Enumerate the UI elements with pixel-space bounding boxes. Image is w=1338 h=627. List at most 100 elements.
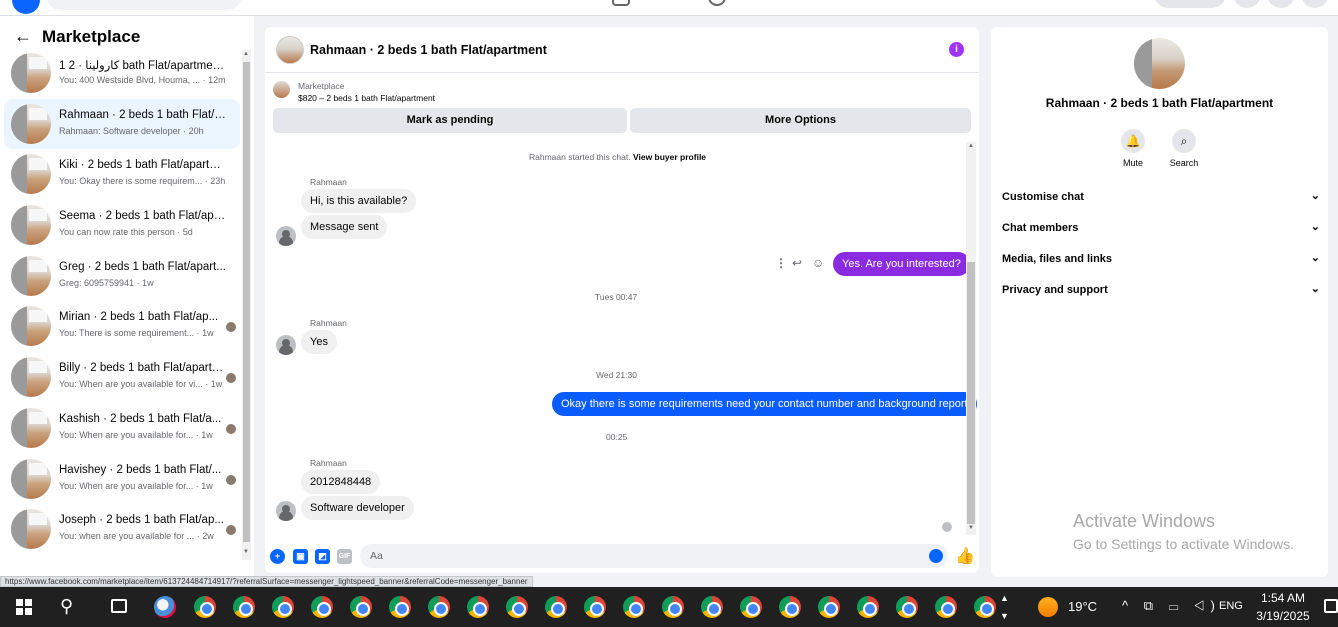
chrome-app-icon[interactable] xyxy=(428,596,450,618)
messenger-icon[interactable] xyxy=(1267,0,1295,8)
message-bubble-incoming[interactable]: 2012848448 xyxy=(301,470,381,494)
plus-icon[interactable]: + xyxy=(270,549,285,564)
notification-icon[interactable] xyxy=(1324,599,1338,613)
sender-avatar[interactable] xyxy=(276,501,296,521)
facebook-search-input[interactable] xyxy=(46,0,242,10)
message-input[interactable]: Aa xyxy=(360,544,948,568)
sender-avatar[interactable] xyxy=(276,335,296,355)
chrome-app-icon[interactable] xyxy=(194,596,216,618)
clock-date[interactable]: 3/19/2025 xyxy=(1251,609,1315,623)
scroll-down-arrow-icon[interactable]: ▼ xyxy=(968,525,974,531)
chrome-app-icon[interactable] xyxy=(467,596,489,618)
taskbar-scroll-arrows-icon[interactable]: ▲ ▼ xyxy=(1000,589,1009,625)
chrome-app-icon[interactable] xyxy=(350,596,372,618)
chrome-app-icon[interactable] xyxy=(701,596,723,618)
section-media-files-links[interactable]: Media, files and links ⌄ xyxy=(1002,252,1320,265)
mute-label[interactable]: Mute xyxy=(1108,158,1158,168)
chat-scrollbar[interactable]: ▲ ▼ xyxy=(966,142,976,535)
facebook-logo-icon[interactable] xyxy=(12,0,40,14)
chrome-app-icon[interactable] xyxy=(740,596,762,618)
conversation-thumbnail xyxy=(11,306,51,347)
conversation-item[interactable]: Havishey · 2 beds 1 bath Flat/... You: Wh… xyxy=(4,454,240,505)
read-receipt-avatar xyxy=(942,522,952,532)
system-tray-icons[interactable]: ^ ⧉ ▭ ◁) xyxy=(1122,598,1221,614)
chrome-app-icon[interactable] xyxy=(662,596,684,618)
reply-icon[interactable]: ↩ xyxy=(792,256,802,270)
conversation-item[interactable]: Joseph · 2 beds 1 bath Flat/ap... You: wh… xyxy=(4,504,240,555)
scroll-up-arrow-icon[interactable]: ▲ xyxy=(968,143,974,149)
chrome-app-icon[interactable] xyxy=(935,596,957,618)
search-icon[interactable]: ⌕ xyxy=(1172,129,1196,153)
arrow-left-icon[interactable]: ← xyxy=(14,26,32,47)
find-friends-button[interactable] xyxy=(1154,0,1226,8)
chat-title[interactable]: Rahmaan · 2 beds 1 bath Flat/apartment xyxy=(310,43,547,57)
react-emoji-icon[interactable]: ☺ xyxy=(812,256,824,270)
gif-icon[interactable]: GIF xyxy=(337,549,352,564)
menu-grid-icon[interactable] xyxy=(1233,0,1261,8)
message-bubble-outgoing[interactable]: Yes. Are you interested? xyxy=(833,252,970,276)
info-icon[interactable]: i xyxy=(949,42,964,57)
emoji-icon[interactable] xyxy=(929,549,943,563)
chrome-app-icon[interactable] xyxy=(506,596,528,618)
chrome-app-icon[interactable] xyxy=(233,596,255,618)
message-input-placeholder: Aa xyxy=(370,550,383,562)
conversation-item[interactable]: Rahmaan · 2 beds 1 bath Flat/ap... Rahmaa… xyxy=(4,98,240,150)
sidebar-scrollbar[interactable]: ▲ ▼ xyxy=(242,50,251,560)
message-bubble-incoming[interactable]: Yes xyxy=(301,330,337,354)
section-customise-chat[interactable]: Customise chat ⌄ xyxy=(1002,190,1320,203)
chrome-app-icon[interactable] xyxy=(974,596,996,618)
conversation-item[interactable]: Kiki · 2 beds 1 bath Flat/apartm... You: … xyxy=(4,149,240,200)
mark-as-pending-button[interactable]: Mark as pending xyxy=(273,108,627,133)
windows-start-icon[interactable] xyxy=(16,599,32,615)
clock-time[interactable]: 1:54 AM xyxy=(1255,591,1311,605)
paint-app-icon[interactable] xyxy=(154,596,176,618)
weather-icon[interactable] xyxy=(1038,597,1058,617)
chrome-app-icon[interactable] xyxy=(311,596,333,618)
message-bubble-outgoing[interactable]: Okay there is some requirements need you… xyxy=(552,392,977,416)
chat-scrollbar-thumb[interactable] xyxy=(967,262,975,524)
search-icon[interactable]: ⚲ xyxy=(60,596,73,617)
temperature[interactable]: 19°C xyxy=(1068,599,1097,614)
thumbs-up-icon[interactable]: 👍 xyxy=(955,546,975,566)
conversation-item[interactable]: كارولينا · 2 1 bath Flat/apartment ... Yo… xyxy=(4,48,240,99)
section-privacy-support[interactable]: Privacy and support ⌄ xyxy=(1002,283,1320,296)
listing-source: Marketplace xyxy=(298,81,345,91)
more-actions-icon[interactable]: ⋮ xyxy=(775,256,787,270)
sticker-icon[interactable]: ◩ xyxy=(315,549,330,564)
sidebar-scrollbar-thumb[interactable] xyxy=(243,62,250,542)
message-bubble-incoming[interactable]: Message sent xyxy=(301,215,388,239)
search-label[interactable]: Search xyxy=(1159,158,1209,168)
message-bubble-incoming[interactable]: Hi, is this available? xyxy=(301,189,417,213)
task-view-icon[interactable] xyxy=(111,599,127,613)
conversation-item[interactable]: Kashish · 2 beds 1 bath Flat/a... You: Wh… xyxy=(4,403,240,454)
chrome-app-icon[interactable] xyxy=(623,596,645,618)
chrome-app-icon[interactable] xyxy=(818,596,840,618)
sender-avatar[interactable] xyxy=(276,226,296,246)
chrome-app-icon[interactable] xyxy=(389,596,411,618)
bell-icon[interactable]: 🔔 xyxy=(1121,129,1145,153)
message-bubble-incoming[interactable]: Software developer xyxy=(301,496,414,520)
chrome-app-icon[interactable] xyxy=(896,596,918,618)
conversation-preview: You can now rate this person · 5d xyxy=(59,227,193,238)
profile-avatar[interactable] xyxy=(1301,0,1329,8)
scroll-up-arrow-icon[interactable]: ▲ xyxy=(243,51,249,57)
chrome-app-icon[interactable] xyxy=(272,596,294,618)
conversation-item[interactable]: Seema · 2 beds 1 bath Flat/apart... You c… xyxy=(4,200,240,251)
section-chat-members[interactable]: Chat members ⌄ xyxy=(1002,221,1320,234)
chrome-app-icon[interactable] xyxy=(584,596,606,618)
marketplace-nav-icon[interactable] xyxy=(612,0,630,6)
view-buyer-profile-link[interactable]: View buyer profile xyxy=(633,152,706,162)
chrome-app-icon[interactable] xyxy=(857,596,879,618)
details-avatar[interactable] xyxy=(1134,38,1185,89)
groups-nav-icon[interactable] xyxy=(708,0,726,6)
chrome-app-icon[interactable] xyxy=(779,596,801,618)
image-icon[interactable]: ▣ xyxy=(293,549,308,564)
chrome-app-icon[interactable] xyxy=(545,596,567,618)
more-options-button[interactable]: More Options xyxy=(630,108,971,133)
conversation-item[interactable]: Mirian · 2 beds 1 bath Flat/ap... You: Th… xyxy=(4,301,240,352)
conversation-item[interactable]: Greg · 2 beds 1 bath Flat/apart... Greg: … xyxy=(4,251,240,302)
conversation-item[interactable]: Billy · 2 beds 1 bath Flat/apartm... You:… xyxy=(4,352,240,403)
language-indicator[interactable]: ENG xyxy=(1219,600,1243,612)
listing-avatar[interactable] xyxy=(276,36,304,64)
scroll-down-arrow-icon[interactable]: ▼ xyxy=(243,549,249,555)
